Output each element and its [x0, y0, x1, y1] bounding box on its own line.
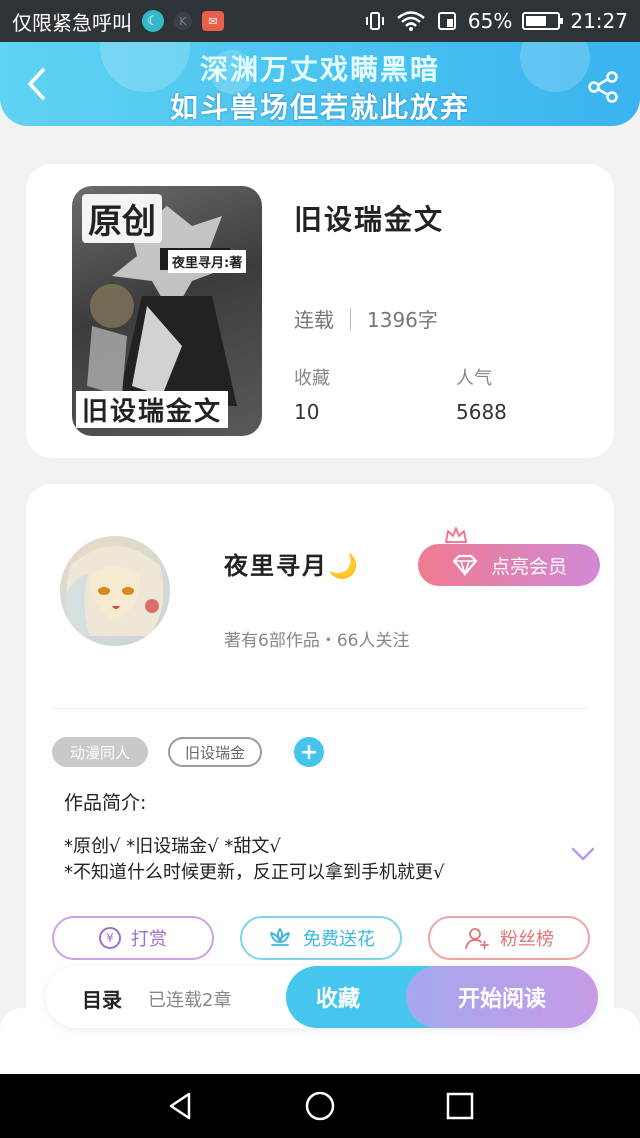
wifi-icon [396, 10, 426, 32]
vibrate-icon [364, 10, 386, 32]
battery-icon [522, 12, 564, 30]
book-cover[interactable]: 原创 夜里寻月:著 旧设瑞金文 [72, 186, 262, 436]
header-banner-line-2: 如斗兽场但若就此放弃 [169, 91, 470, 124]
vip-button-label: 点亮会员 [490, 555, 567, 578]
table-of-contents-button[interactable]: 目录 [82, 984, 122, 1013]
serial-status: 连载 [294, 308, 334, 332]
author-avatar[interactable] [60, 536, 170, 646]
activate-vip-button[interactable]: 点亮会员 [418, 544, 600, 586]
author-intro-card: 夜里寻月🌙 点亮会员 著有6部作品・66人关注 动漫同人 旧设瑞金 + 作品简介… [26, 484, 614, 1044]
tag-anime-fanfic[interactable]: 动漫同人 [52, 737, 148, 767]
cover-author-strip: 夜里寻月:著 [168, 250, 247, 273]
nav-back-icon[interactable] [163, 1089, 197, 1123]
collect-label: 收藏 [316, 987, 361, 1012]
expand-chevron-icon[interactable] [570, 846, 596, 862]
tag-old-setting[interactable]: 旧设瑞金 [168, 737, 262, 767]
start-reading-label: 开始阅读 [457, 987, 546, 1012]
reward-label: 打赏 [131, 929, 167, 950]
popularity-label: 人气 [456, 368, 492, 389]
person-icon [465, 928, 489, 950]
status-bar: 仅限紧急呼叫 ☾ K ✉ 65% 21:27 [0, 0, 640, 42]
cover-original-badge: 原创 [82, 194, 162, 243]
favorites-label: 收藏 [294, 368, 330, 389]
diamond-icon [452, 554, 478, 576]
book-title: 旧设瑞金文 [294, 203, 445, 236]
add-tag-button[interactable]: + [294, 737, 324, 767]
crown-icon [445, 527, 467, 543]
app-notification-icon: K [174, 12, 192, 30]
intro-line: *不知道什么时候更新，反正可以拿到手机就更√ [64, 862, 445, 883]
share-button[interactable] [586, 70, 620, 104]
avatar-illustration [65, 546, 164, 636]
fan-ranking-label: 粉丝榜 [500, 929, 554, 950]
intro-line: *原创√ *旧设瑞金√ *甜文√ [64, 836, 281, 857]
author-name[interactable]: 夜里寻月🌙 [224, 546, 360, 581]
nav-home-icon[interactable] [303, 1089, 337, 1123]
share-icon [588, 71, 618, 103]
send-flower-button[interactable]: 免费送花 [240, 916, 402, 960]
carrier-text: 仅限紧急呼叫 [12, 10, 132, 35]
battery-percent: 65% [467, 9, 513, 33]
status-divider [350, 307, 351, 330]
cover-title: 旧设瑞金文 [76, 391, 229, 428]
clock: 21:27 [570, 9, 628, 33]
nav-recents-icon[interactable] [443, 1089, 477, 1123]
flower-icon [270, 928, 290, 946]
system-nav-bar [0, 1074, 640, 1138]
divider [52, 708, 588, 709]
bottom-action-bar: 目录 已连载2章 收藏 开始阅读 [46, 966, 598, 1028]
sim-icon [436, 10, 458, 32]
fan-ranking-button[interactable]: 粉丝榜 [428, 916, 590, 960]
author-meta: 著有6部作品・66人关注 [224, 631, 410, 651]
start-reading-button[interactable]: 开始阅读 [406, 966, 598, 1028]
popularity-value: 5688 [456, 400, 507, 424]
send-flower-label: 免费送花 [303, 929, 375, 950]
header: 深渊万丈戏瞒黑暗 如斗兽场但若就此放弃 [0, 42, 640, 126]
word-count: 1396字 [367, 308, 438, 332]
favorites-value: 10 [294, 400, 320, 424]
reward-button[interactable]: ¥ 打赏 [52, 916, 214, 960]
mail-notification-icon: ✉ [202, 11, 224, 31]
header-banner-line-1: 深渊万丈戏瞒黑暗 [199, 53, 440, 86]
book-status-row: 连载 1396字 [294, 304, 438, 333]
yen-icon: ¥ [99, 927, 121, 949]
chapter-count: 已连载2章 [148, 990, 232, 1011]
intro-heading: 作品简介: [64, 792, 147, 814]
battery-fill [526, 16, 547, 26]
moon-notification-icon: ☾ [142, 10, 164, 32]
book-info-card: 原创 夜里寻月:著 旧设瑞金文 旧设瑞金文 连载 1396字 收藏 人气 10 … [26, 164, 614, 458]
